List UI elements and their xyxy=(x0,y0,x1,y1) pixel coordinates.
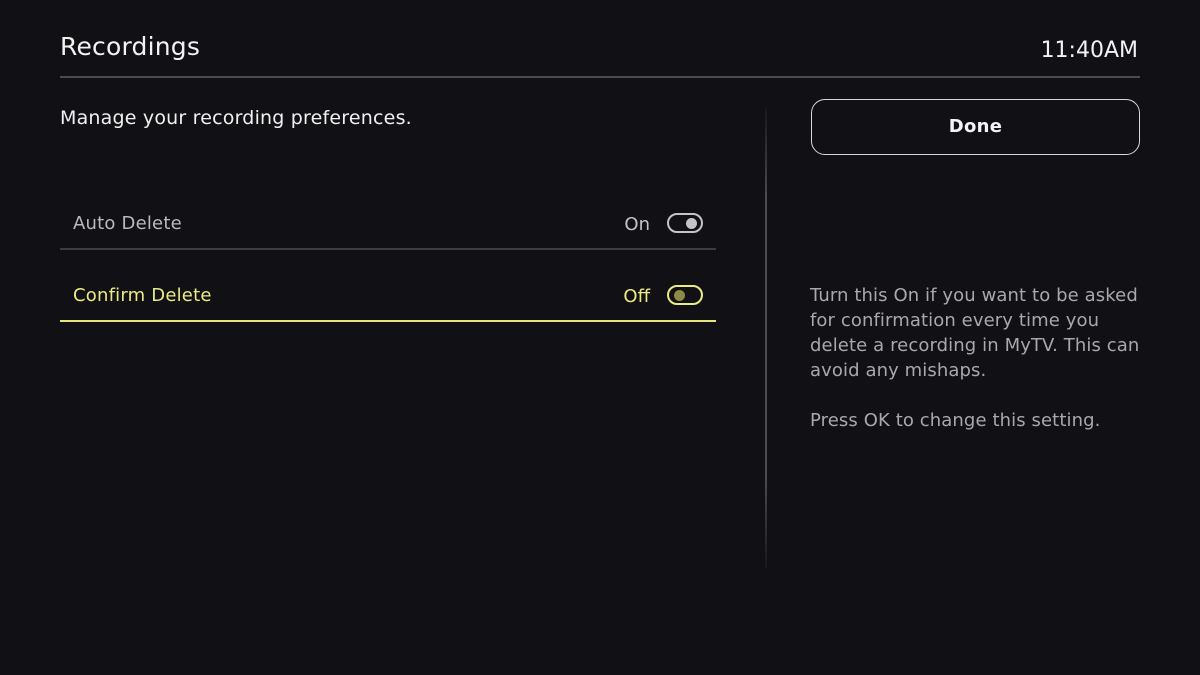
header-divider xyxy=(60,76,1140,78)
done-button[interactable]: Done xyxy=(811,99,1140,155)
help-hint: Press OK to change this setting. xyxy=(810,410,1101,431)
setting-state: Off xyxy=(623,286,650,307)
setting-row-auto-delete[interactable]: Auto Delete On xyxy=(60,202,716,250)
setting-row-confirm-delete[interactable]: Confirm Delete Off xyxy=(60,274,716,322)
clock: 11:40AM xyxy=(1040,38,1138,63)
toggle-knob xyxy=(686,218,697,229)
page-subtitle: Manage your recording preferences. xyxy=(60,107,412,129)
help-description: Turn this On if you want to be asked for… xyxy=(810,285,1140,381)
setting-label: Auto Delete xyxy=(73,213,182,234)
help-panel: Turn this On if you want to be asked for… xyxy=(810,283,1140,433)
page-title: Recordings xyxy=(60,32,201,61)
setting-label: Confirm Delete xyxy=(73,285,212,306)
setting-state: On xyxy=(624,214,650,235)
recordings-settings-screen: Recordings 11:40AM Manage your recording… xyxy=(0,0,1200,675)
confirm-delete-toggle[interactable] xyxy=(667,285,703,305)
auto-delete-toggle[interactable] xyxy=(667,213,703,233)
panel-divider xyxy=(765,108,767,568)
toggle-knob xyxy=(674,290,685,301)
